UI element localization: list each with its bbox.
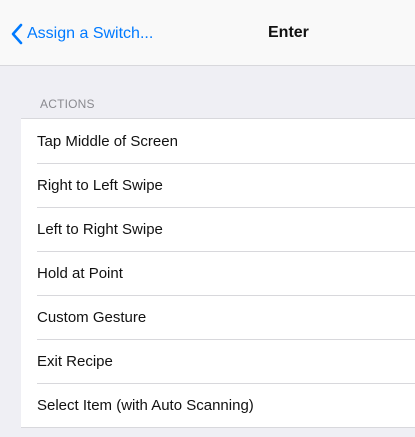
action-row-left-to-right-swipe[interactable]: Left to Right Swipe <box>21 207 415 251</box>
action-label: Hold at Point <box>37 264 123 282</box>
action-label: Tap Middle of Screen <box>37 132 178 150</box>
action-row-exit-recipe[interactable]: Exit Recipe <box>21 339 415 383</box>
back-button-label: Assign a Switch... <box>27 25 154 42</box>
action-label: Right to Left Swipe <box>37 176 163 194</box>
action-row-custom-gesture[interactable]: Custom Gesture <box>21 295 415 339</box>
action-row-tap-middle-of-screen[interactable]: Tap Middle of Screen <box>21 119 415 163</box>
chevron-left-icon <box>10 23 24 45</box>
action-label: Left to Right Swipe <box>37 220 163 238</box>
action-label: Exit Recipe <box>37 352 113 370</box>
navigation-bar: Assign a Switch... Enter <box>0 0 415 66</box>
action-row-right-to-left-swipe[interactable]: Right to Left Swipe <box>21 163 415 207</box>
section-header-actions: ACTIONS <box>40 97 95 111</box>
back-button[interactable]: Assign a Switch... <box>10 22 153 46</box>
action-row-select-item-auto-scanning[interactable]: Select Item (with Auto Scanning) <box>21 383 415 427</box>
actions-list: Tap Middle of Screen Right to Left Swipe… <box>21 118 415 428</box>
page-title: Enter <box>268 24 309 41</box>
action-label: Custom Gesture <box>37 308 147 326</box>
action-row-hold-at-point[interactable]: Hold at Point <box>21 251 415 295</box>
action-label: Select Item (with Auto Scanning) <box>37 396 254 414</box>
